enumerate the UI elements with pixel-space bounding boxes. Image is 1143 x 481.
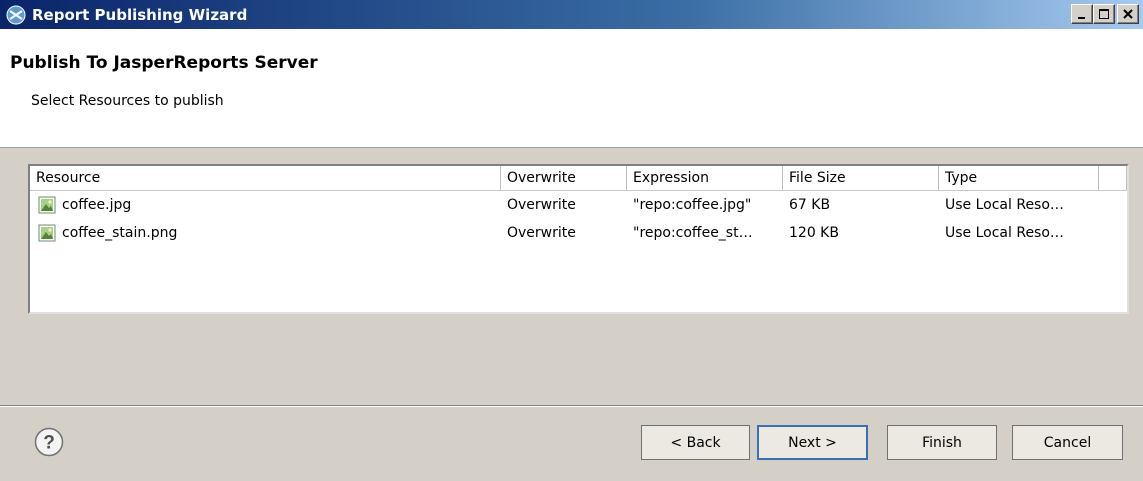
- cell-resource[interactable]: coffee_stain.png: [30, 224, 501, 242]
- title-bar[interactable]: Report Publishing Wizard: [0, 0, 1143, 29]
- maximize-button[interactable]: [1093, 4, 1115, 24]
- cell-overwrite[interactable]: Overwrite: [501, 197, 627, 213]
- cell-overwrite[interactable]: Overwrite: [501, 225, 627, 241]
- maximize-icon: [1099, 9, 1109, 19]
- cell-expression[interactable]: "repo:coffee_st…: [627, 225, 783, 241]
- cell-resource[interactable]: coffee.jpg: [30, 196, 501, 214]
- next-button[interactable]: Next >: [757, 425, 868, 460]
- page-title: Publish To JasperReports Server: [10, 53, 318, 73]
- column-header-overwrite[interactable]: Overwrite: [501, 166, 627, 190]
- finish-button[interactable]: Finish: [887, 425, 997, 460]
- image-file-icon: [38, 224, 56, 242]
- table-header: Resource Overwrite Expression File Size …: [30, 166, 1127, 191]
- column-header-filler: [1099, 166, 1127, 190]
- cell-expression[interactable]: "repo:coffee.jpg": [627, 197, 783, 213]
- resource-table[interactable]: Resource Overwrite Expression File Size …: [28, 164, 1129, 314]
- window-controls: [1071, 4, 1139, 24]
- resource-name: coffee.jpg: [62, 197, 132, 213]
- table-row[interactable]: coffee.jpg Overwrite "repo:coffee.jpg" 6…: [30, 191, 1127, 219]
- table-row[interactable]: coffee_stain.png Overwrite "repo:coffee_…: [30, 219, 1127, 247]
- window-title: Report Publishing Wizard: [32, 5, 248, 24]
- column-header-expression[interactable]: Expression: [627, 166, 783, 190]
- resource-name: coffee_stain.png: [62, 225, 178, 241]
- image-file-icon: [38, 196, 56, 214]
- column-header-type[interactable]: Type: [939, 166, 1099, 190]
- cell-file-size: 67 KB: [789, 197, 831, 213]
- close-button[interactable]: [1117, 4, 1139, 24]
- wizard-header: Publish To JasperReports Server Select R…: [0, 29, 1143, 148]
- cell-file-size: 120 KB: [789, 225, 839, 241]
- column-header-file-size[interactable]: File Size: [783, 166, 939, 190]
- minimize-icon: [1078, 17, 1085, 19]
- close-icon: [1123, 9, 1133, 19]
- jasper-icon: [6, 5, 26, 24]
- column-header-resource[interactable]: Resource: [30, 166, 501, 190]
- svg-text:?: ?: [43, 433, 55, 454]
- cancel-button[interactable]: Cancel: [1012, 425, 1123, 460]
- minimize-button[interactable]: [1071, 4, 1093, 24]
- back-button[interactable]: < Back: [641, 425, 750, 460]
- cell-type[interactable]: Use Local Reso…: [939, 197, 1099, 213]
- help-icon[interactable]: ?: [34, 427, 64, 457]
- page-subtitle: Select Resources to publish: [31, 93, 224, 109]
- cell-type[interactable]: Use Local Reso…: [939, 225, 1099, 241]
- footer-separator: [0, 405, 1143, 407]
